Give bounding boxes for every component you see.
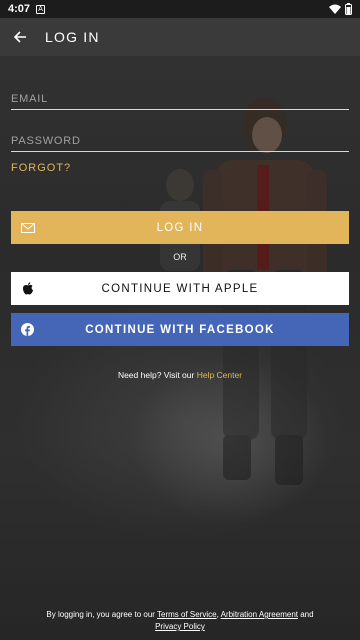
email-field-container	[11, 88, 349, 110]
legal-prefix: By logging in, you agree to our	[46, 610, 158, 619]
terms-of-service-link[interactable]: Terms of Service	[157, 610, 217, 619]
status-icons	[329, 3, 352, 15]
password-field[interactable]	[11, 130, 349, 151]
status-time: 4:07	[8, 3, 31, 15]
arrow-left-icon	[13, 31, 26, 43]
facebook-login-button[interactable]: CONTINUE WITH FACEBOOK	[11, 313, 349, 346]
login-button[interactable]: LOG IN	[11, 211, 349, 244]
status-bar: 4:07 A	[0, 0, 360, 18]
apple-icon	[20, 281, 35, 296]
email-field[interactable]	[11, 88, 349, 109]
login-button-label: LOG IN	[156, 221, 204, 234]
or-divider: OR	[173, 252, 187, 262]
wifi-icon	[329, 4, 341, 14]
facebook-icon	[20, 322, 35, 337]
legal-and: and	[297, 610, 314, 619]
back-button[interactable]	[0, 18, 40, 56]
arbitration-agreement-link[interactable]: Arbitration Agreement	[221, 610, 298, 619]
envelope-icon	[20, 220, 35, 235]
apple-login-label: CONTINUE WITH APPLE	[101, 282, 259, 295]
battery-icon	[345, 3, 352, 15]
forgot-password-link[interactable]: FORGOT?	[11, 162, 71, 174]
app-bar: LOG IN	[0, 18, 360, 56]
help-prefix: Need help? Visit our	[117, 370, 197, 380]
notification-icon: A	[36, 4, 46, 14]
help-text: Need help? Visit our Help Center	[0, 370, 360, 380]
apple-login-button[interactable]: CONTINUE WITH APPLE	[11, 272, 349, 305]
facebook-login-label: CONTINUE WITH FACEBOOK	[85, 323, 275, 336]
help-center-link[interactable]: Help Center	[197, 370, 242, 380]
privacy-policy-link[interactable]: Privacy Policy	[155, 622, 205, 631]
page-title: LOG IN	[45, 29, 100, 45]
password-field-container	[11, 130, 349, 152]
legal-text: By logging in, you agree to our Terms of…	[0, 609, 360, 633]
